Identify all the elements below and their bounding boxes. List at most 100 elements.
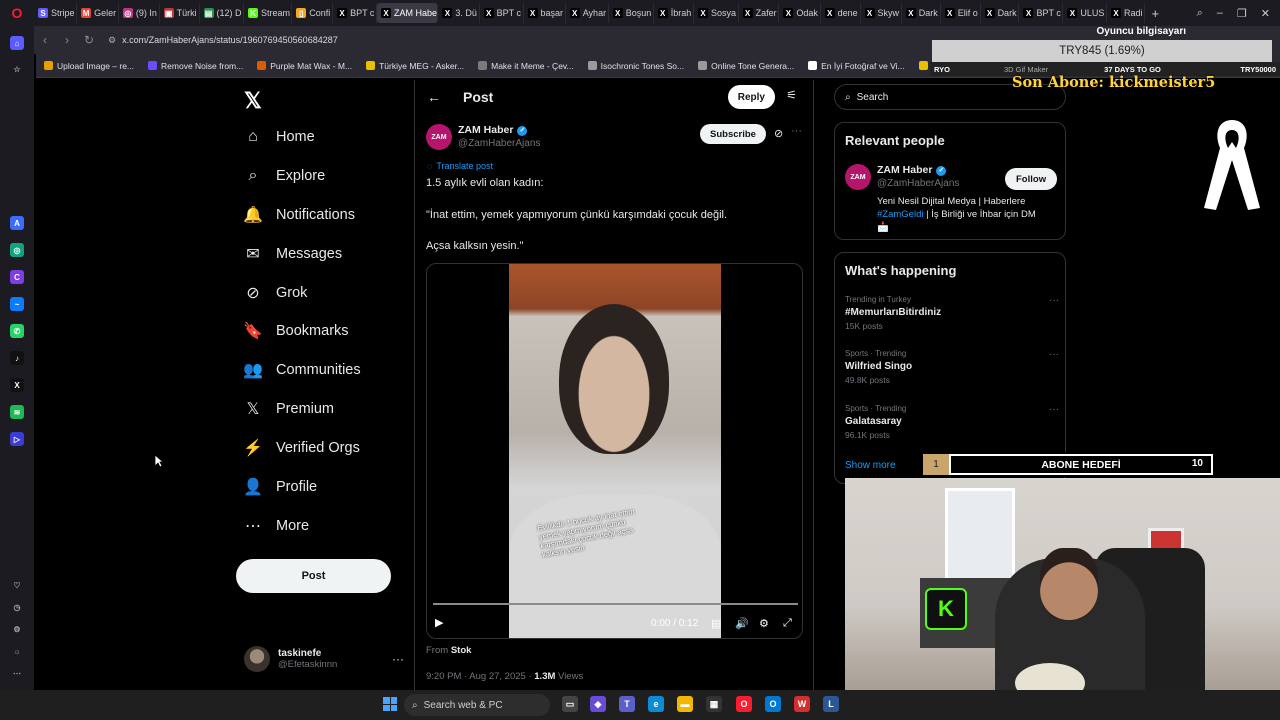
back-icon[interactable]: ‹	[34, 33, 56, 47]
rp-avatar[interactable]: ZAM	[845, 164, 871, 190]
author-avatar[interactable]: ZAM	[426, 124, 452, 150]
opera-icon[interactable]: O	[736, 696, 752, 712]
nav-item-verified-orgs[interactable]: ⚡ Verified Orgs	[243, 433, 360, 463]
browser-tab[interactable]: X Odak	[779, 3, 821, 23]
trend-more-icon[interactable]: ···	[1049, 349, 1059, 360]
settings-gear-icon[interactable]: ⚙	[759, 617, 769, 630]
cs-icon[interactable]: C	[10, 270, 24, 284]
nav-item-bookmarks[interactable]: 🔖 Bookmarks	[243, 316, 348, 346]
rp-name[interactable]: ZAM Haber	[877, 164, 932, 177]
rp-handle[interactable]: @ZamHaberAjans	[877, 177, 959, 190]
new-tab-icon[interactable]: +	[1151, 6, 1159, 21]
wps-icon[interactable]: W	[794, 696, 810, 712]
browser-tab[interactable]: X BPT c	[333, 3, 377, 23]
trend-more-icon[interactable]: ···	[1049, 404, 1059, 415]
browser-tab[interactable]: X Dark	[902, 3, 941, 23]
nav-item-premium[interactable]: 𝕏 Premium	[244, 394, 334, 424]
settings-icon[interactable]: ⚙	[10, 622, 24, 636]
more-dots-icon[interactable]: ···	[392, 652, 404, 666]
browser-tab[interactable]: S Stripe	[34, 3, 78, 23]
browser-tab[interactable]: X Elif o	[941, 3, 981, 23]
follow-button[interactable]: Follow	[1005, 168, 1058, 190]
browser-tab[interactable]: X Dark	[981, 3, 1020, 23]
nav-item-messages[interactable]: ✉ Messages	[244, 239, 342, 269]
browser-tab[interactable]: X Zafer	[739, 3, 780, 23]
messenger-icon[interactable]: ~	[10, 297, 24, 311]
bookmark-item[interactable]: En İyi Fotoğraf ve Vi...	[808, 61, 905, 71]
browser-tab[interactable]: X 3. Dü	[438, 3, 480, 23]
browser-tab[interactable]: X Ayhar	[566, 3, 609, 23]
trend-item[interactable]: Trending in Turkey #MemurlarıBitirdiniz 15…	[845, 295, 1059, 331]
search-tabs-icon[interactable]: ⌕	[1197, 7, 1203, 20]
home-icon[interactable]: ⌂	[10, 36, 24, 50]
author-name[interactable]: ZAM Haber	[458, 124, 513, 137]
nav-item-grok[interactable]: ⊘ Grok	[244, 278, 307, 308]
back-arrow-icon[interactable]: ←	[427, 89, 441, 105]
site-info-icon[interactable]: ⚙	[108, 35, 116, 46]
browser-tab[interactable]: X ULUS	[1063, 3, 1107, 23]
store-icon[interactable]: ▦	[706, 696, 722, 712]
nav-item-profile[interactable]: 👤 Profile	[243, 472, 317, 502]
browser-tab[interactable]: X BPT c	[480, 3, 524, 23]
browser-tab[interactable]: X Boşun	[609, 3, 654, 23]
copilot-icon[interactable]: ◆	[590, 696, 606, 712]
browser-tab[interactable]: X ZAM Habe	[377, 3, 439, 23]
browser-tab[interactable]: ◎ (9) In	[119, 3, 160, 23]
reload-icon[interactable]: ↻	[78, 33, 100, 47]
browser-tab[interactable]: X Sosya	[694, 3, 739, 23]
opera-logo-icon[interactable]: O	[0, 0, 34, 26]
browser-tab[interactable]: X Skyw	[861, 3, 902, 23]
url-field[interactable]: ⚙ x.com/ZamHaberAjans/status/19607694505…	[108, 35, 338, 46]
teams-icon[interactable]: T	[619, 696, 635, 712]
x-logo-icon[interactable]: 𝕏	[244, 88, 262, 114]
fullscreen-icon[interactable]: ⤢	[783, 617, 792, 630]
tiktok-icon[interactable]: ♪	[10, 351, 24, 365]
nav-item-home[interactable]: ⌂ Home	[244, 122, 315, 152]
subscribe-button[interactable]: Subscribe	[700, 124, 766, 144]
show-more-link[interactable]: Show more	[845, 460, 896, 471]
bookmark-item[interactable]: Remove Noise from...	[148, 61, 243, 71]
maximize-icon[interactable]: ❐	[1237, 7, 1247, 20]
translate-post-link[interactable]: ◌ Translate post	[427, 161, 493, 171]
task-view-icon[interactable]: ▭	[562, 696, 578, 712]
account-switcher[interactable]: taskinefe @Efetaskinnn ···	[244, 642, 404, 676]
browser-tab[interactable]: X BPT c	[1019, 3, 1064, 23]
video-player[interactable]: Evlilikde 1 bucuk ay inat ettim yemek ya…	[426, 263, 803, 639]
trend-item[interactable]: Sports · Trending Wilfried Singo 49.8K pos…	[845, 349, 1059, 385]
browser-tab[interactable]: ▣ Türki	[160, 3, 200, 23]
more-icon[interactable]: ⋯	[10, 666, 24, 680]
author-handle[interactable]: @ZamHaberAjans	[458, 137, 540, 150]
grok-icon[interactable]: ⊘	[774, 127, 783, 140]
aria-icon[interactable]: A	[10, 216, 24, 230]
outlook-icon[interactable]: O	[765, 696, 781, 712]
bookmark-item[interactable]: Türkiye MEG - Asker...	[366, 61, 464, 71]
rp-bio-hashtag[interactable]: #ZamGeldi	[877, 209, 923, 220]
close-icon[interactable]: ✕	[1261, 7, 1270, 20]
trend-item[interactable]: Sports · Trending Galatasaray 96.1K posts ·…	[845, 404, 1059, 440]
nav-item-notifications[interactable]: 🔔 Notifications	[243, 200, 355, 230]
x-icon[interactable]: X	[10, 378, 24, 392]
bookmark-item[interactable]: Upload Image – re...	[44, 61, 134, 71]
file-explorer-icon[interactable]: ▬	[677, 696, 693, 712]
browser-tab[interactable]: Xdene	[821, 3, 861, 23]
browser-tab[interactable]: ▯ Confi	[292, 3, 334, 23]
edge-icon[interactable]: e	[648, 696, 664, 712]
browser-tab[interactable]: K Stream	[244, 3, 293, 23]
forward-icon[interactable]: ›	[56, 33, 78, 47]
nav-item-more[interactable]: ⋯ More	[244, 511, 309, 541]
from-source-link[interactable]: Stok	[451, 645, 472, 656]
star-icon[interactable]: ☆	[10, 62, 24, 76]
nav-item-communities[interactable]: 👥 Communities	[243, 355, 361, 385]
post-time[interactable]: 9:20 PM · Aug 27, 2025 ·	[426, 671, 534, 682]
browser-tab[interactable]: Xbaşar	[524, 3, 566, 23]
bookmark-item[interactable]: Isochronic Tones So...	[587, 61, 684, 71]
nav-item-explore[interactable]: ⌕ Explore	[244, 161, 326, 191]
browser-tab[interactable]: M Geler	[77, 3, 119, 23]
bookmark-item[interactable]: Online Tone Genera...	[698, 61, 794, 71]
windows-start-icon[interactable]	[383, 697, 397, 711]
launcher-icon[interactable]: L	[823, 696, 839, 712]
reply-settings-icon[interactable]: ⚟	[786, 88, 797, 102]
chatgpt-icon[interactable]: ◎	[10, 243, 24, 257]
bookmark-item[interactable]: Make it Meme - Çev...	[478, 61, 574, 71]
volume-icon[interactable]: 🔊	[735, 617, 749, 630]
